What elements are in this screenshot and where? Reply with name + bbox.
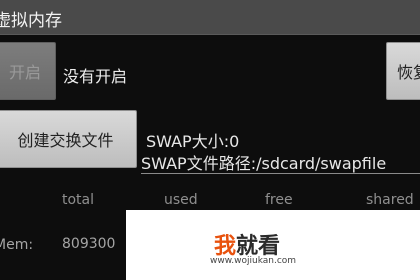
- memory-total-value: 809300: [62, 236, 116, 252]
- memory-header-shared: shared: [366, 192, 414, 208]
- title-bar: 虚拟内存: [0, 0, 420, 35]
- memory-row-label: Mem:: [0, 237, 34, 253]
- swap-size-text: SWAP大小:0: [146, 132, 240, 151]
- enable-button[interactable]: 开启: [0, 42, 56, 100]
- create-swap-button[interactable]: 创建交换文件: [0, 110, 137, 168]
- swap-path-text: SWAP文件路径:/sdcard/swapfile: [141, 154, 387, 173]
- memory-header-used: used: [164, 192, 198, 208]
- page-title: 虚拟内存: [0, 11, 62, 31]
- enable-status-text: 没有开启: [63, 67, 128, 86]
- memory-header-total: total: [62, 192, 95, 208]
- divider: [141, 173, 420, 174]
- watermark-overlay: 我就看 www.wojiukan.com: [126, 210, 420, 280]
- app-screen: 虚拟内存 开启 没有开启 恢复 创建交换文件 SWAP大小:0 SWAP文件路径…: [0, 0, 420, 280]
- restore-button[interactable]: 恢复: [386, 42, 420, 100]
- memory-header-free: free: [265, 192, 293, 208]
- watermark-url: www.wojiukan.com: [210, 256, 297, 266]
